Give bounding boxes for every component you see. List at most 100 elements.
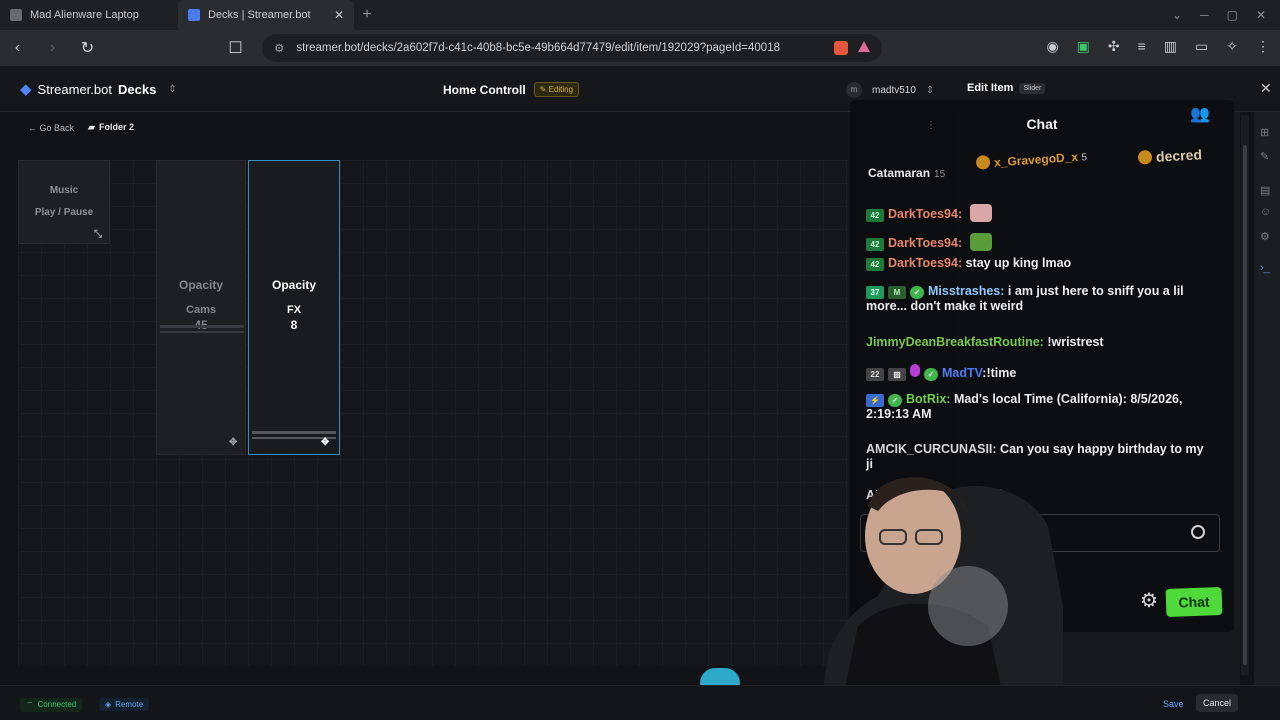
streamerbot-logo-icon: ◆: [20, 81, 32, 98]
rail-settings-icon[interactable]: ⚙: [1260, 230, 1270, 243]
chat-message: 37 M ✓ Misstrashes: i am just here to sniff…: [866, 284, 1184, 313]
tab-favicon-icon: [10, 9, 22, 21]
pepe-emote-icon: [969, 233, 992, 251]
deck-name: Home Controll: [443, 82, 526, 97]
connected-status: ⌔ Connected: [20, 698, 83, 712]
chat-overlay: ⋮ Chat 👥 Catamaran 15 x_GravegoD_x 5 decr…: [850, 100, 1234, 632]
playlist-icon[interactable]: ≡: [1138, 38, 1146, 55]
move-icon[interactable]: ✥: [229, 437, 237, 448]
user-menu[interactable]: m madtv510 ⇕: [846, 82, 934, 98]
extension-green-icon[interactable]: ▣: [1077, 38, 1090, 55]
smiley-icon[interactable]: [1191, 525, 1205, 539]
status-bar: ⌔ Connected ◈ Remote Save Cancel: [0, 685, 1280, 720]
rail-terminal-icon[interactable]: ›_: [1260, 262, 1270, 274]
edit-item-header: Edit Item Slider: [967, 82, 1046, 94]
chat-input[interactable]: ess: [860, 514, 1220, 552]
tile-title: Music: [49, 185, 79, 196]
browser-tab-strip: Mad Alienware Laptop Decks | Streamer.bo…: [0, 0, 1280, 30]
section-name: Decks: [117, 81, 157, 97]
deck-tile-music[interactable]: Music Play / Pause ⤡: [18, 160, 110, 244]
coin-icon: [975, 154, 991, 170]
new-tab-button[interactable]: +: [354, 6, 380, 24]
breadcrumb: ← Go Back ▰ Folder 2: [28, 122, 134, 133]
browser-toolbar: ‹ › ↻ ☐ ⚙ streamer.bot/decks/2a602f7d-c4…: [0, 30, 1280, 66]
forward-arrow-icon[interactable]: ›: [35, 39, 70, 57]
resize-handle-icon[interactable]: ⤡: [94, 229, 102, 240]
chat-message: 42 DarkToes94:: [866, 233, 992, 251]
shield-icon: ◈: [105, 700, 112, 709]
bookmark-icon[interactable]: ☐: [218, 38, 253, 58]
chat-message: 22 ▨ ✓ MadTV:!time: [866, 364, 1016, 381]
chevron-updown-icon: ⇕: [925, 84, 935, 96]
tab-search-chevron-icon[interactable]: ⌄: [1172, 8, 1182, 22]
browser-tab-active[interactable]: Decks | Streamer.bot ✕: [178, 0, 354, 30]
folder-icon: ▰: [88, 122, 95, 132]
chat-message: 42 DarkToes94: stay up king lmao: [866, 256, 1071, 271]
chat-title: Chat: [1026, 116, 1058, 132]
people-icon[interactable]: 👥: [1190, 104, 1210, 124]
coin-icon: [1137, 149, 1153, 165]
deck-grid[interactable]: [18, 160, 848, 666]
rail-add-icon[interactable]: ⊞: [1260, 126, 1269, 139]
chat-message: JimmyDeanBreakfastRoutine: !wristrest: [866, 335, 1104, 349]
panel-title: Edit Item: [967, 82, 1014, 94]
gear-icon[interactable]: ⚙: [1140, 588, 1158, 613]
window-close-icon[interactable]: ✕: [1256, 8, 1266, 22]
chat-message: 42 DarkToes94:: [866, 204, 992, 222]
tile-subtitle: Cams: [186, 304, 216, 316]
slider-track[interactable]: [252, 431, 336, 434]
deck-title: Home Controll ✎ Editing: [443, 82, 580, 97]
sidebar-icon[interactable]: ▥: [1164, 38, 1177, 55]
side-rail: [1254, 112, 1280, 685]
maximize-icon[interactable]: ▢: [1227, 8, 1238, 22]
chat-send-button[interactable]: Chat: [1165, 587, 1223, 617]
panel-scrollbar[interactable]: [1241, 115, 1249, 675]
tile-value: 8: [290, 318, 298, 332]
address-bar[interactable]: ⚙ streamer.bot/decks/2a602f7d-c41c-40b8-…: [262, 34, 882, 62]
rail-folder-icon[interactable]: ▤: [1260, 184, 1270, 197]
move-icon[interactable]: ✥: [321, 437, 329, 448]
tab-title: Decks | Streamer.bot: [208, 9, 311, 21]
extensions-puzzle-icon[interactable]: ✣: [1108, 38, 1120, 55]
current-folder[interactable]: ▰ Folder 2: [88, 122, 134, 133]
brave-shield-icon[interactable]: [834, 41, 848, 55]
menu-icon[interactable]: ⋮: [1256, 38, 1270, 55]
reload-icon[interactable]: ↻: [70, 38, 105, 58]
chevron-updown-icon[interactable]: ⇕: [168, 84, 176, 95]
close-tab-icon[interactable]: ✕: [334, 8, 344, 22]
editing-badge: ✎ Editing: [533, 82, 580, 97]
rail-user-icon[interactable]: ☺: [1260, 206, 1271, 218]
brave-rewards-icon[interactable]: [858, 41, 870, 52]
close-panel-icon[interactable]: ✕: [1260, 80, 1272, 97]
remote-status: ◈ Remote: [99, 698, 150, 711]
save-button[interactable]: Save: [1157, 696, 1190, 712]
avatar: m: [846, 82, 862, 98]
site-settings-icon[interactable]: ⚙: [274, 41, 284, 55]
tile-title: Opacity: [271, 278, 316, 292]
leo-ai-icon[interactable]: ✧: [1226, 38, 1238, 55]
cancel-button[interactable]: Cancel: [1196, 694, 1239, 712]
gifter: x_GravegoD_x 5: [975, 148, 1087, 171]
chat-input-placeholder: ess: [971, 527, 990, 541]
tile-title: Opacity: [178, 278, 223, 292]
username: madtv510: [872, 84, 916, 96]
browser-tab[interactable]: Mad Alienware Laptop: [0, 0, 178, 30]
minimize-icon[interactable]: ─: [1200, 8, 1209, 22]
item-type-badge: Slider: [1019, 82, 1046, 94]
tab-title: Mad Alienware Laptop: [30, 9, 139, 21]
brand[interactable]: ◆ Streamer.bot Decks ⇕: [20, 80, 177, 98]
slider-track[interactable]: [160, 325, 244, 328]
gifter: Catamaran 15: [868, 166, 946, 180]
back-arrow-icon[interactable]: ‹: [0, 39, 35, 57]
brand-name: Streamer.bot: [37, 81, 112, 97]
wallet-icon[interactable]: ▭: [1195, 38, 1208, 55]
chat-message: AMCIK_CURCUNASII: Can you say happy birt…: [866, 442, 1204, 471]
deck-tile-opacity-fx-selected[interactable]: Opacity FX 8 ✥: [248, 160, 340, 455]
extension-icon[interactable]: ◉: [1046, 38, 1058, 55]
chat-message: AMC xd: [866, 488, 1003, 502]
wifi-icon: ⌔: [26, 700, 34, 709]
rail-edit-icon[interactable]: ✎: [1260, 150, 1269, 163]
deck-tile-opacity-cams[interactable]: Opacity Cams 45 ✥: [156, 160, 246, 455]
slider-track: [160, 331, 244, 333]
go-back-link[interactable]: ← Go Back: [28, 123, 74, 133]
